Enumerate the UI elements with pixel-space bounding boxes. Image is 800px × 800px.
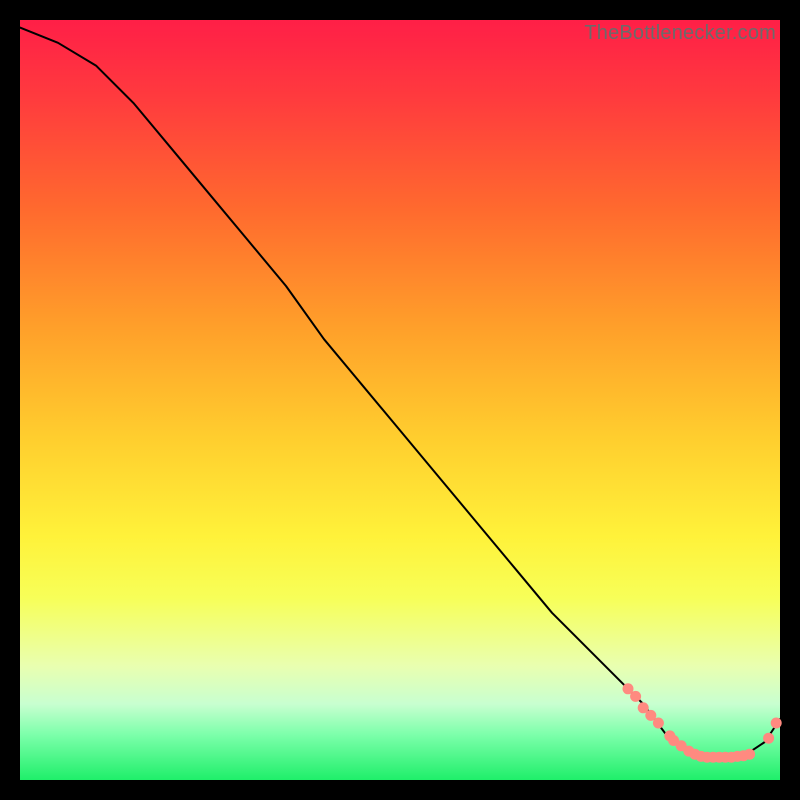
- bottleneck-curve: [20, 28, 780, 758]
- data-marker: [744, 749, 755, 760]
- marker-group: [623, 683, 782, 762]
- data-marker: [653, 718, 664, 729]
- chart-frame: TheBottlenecker.com: [20, 20, 780, 780]
- data-marker: [630, 691, 641, 702]
- chart-svg: [20, 20, 780, 780]
- data-marker: [771, 718, 782, 729]
- data-marker: [763, 733, 774, 744]
